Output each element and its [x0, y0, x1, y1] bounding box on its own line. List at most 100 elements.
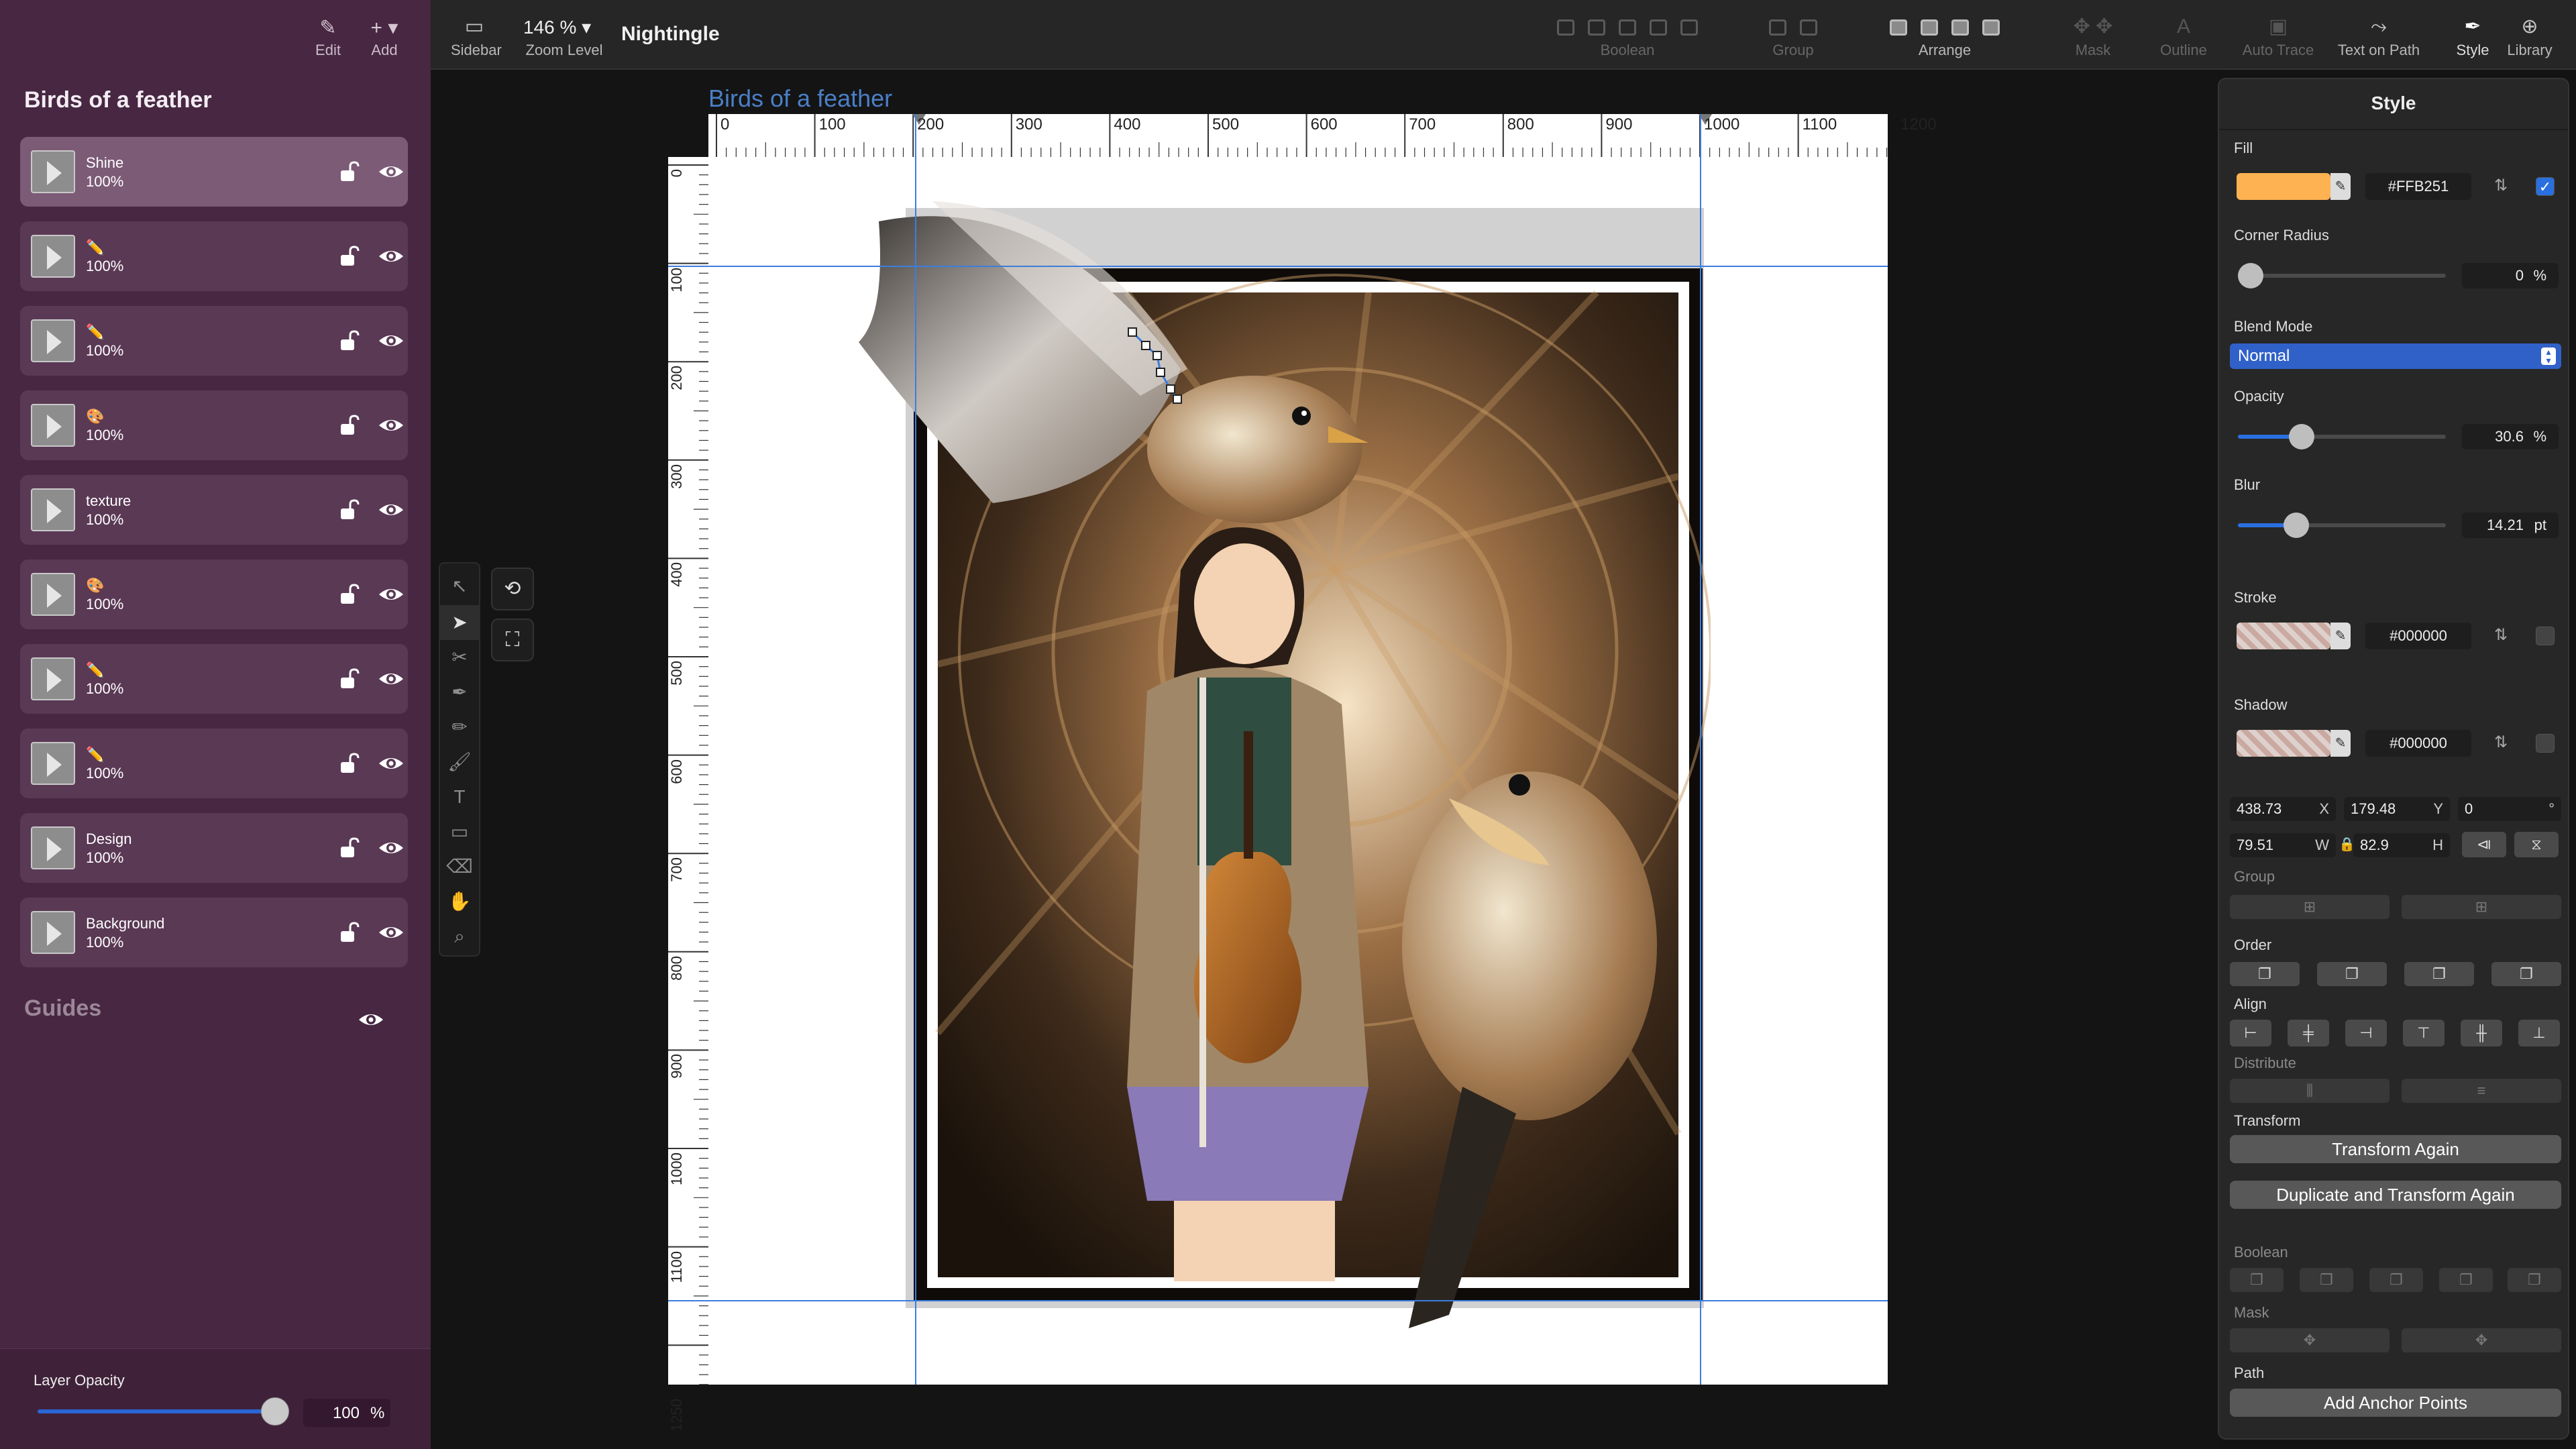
blur-slider[interactable] — [2238, 513, 2446, 538]
layer-opacity-slider[interactable] — [38, 1409, 275, 1413]
layer-name[interactable]: ✏️ — [86, 239, 104, 256]
stroke-eyedropper-icon[interactable]: ✎ — [2330, 623, 2351, 649]
auto-trace-button[interactable]: ▣ Auto Trace — [2239, 12, 2317, 59]
unlock-icon[interactable] — [337, 582, 361, 606]
layer-name[interactable]: ✏️ — [86, 746, 104, 763]
guide-horizontal-bottom[interactable] — [668, 1300, 1888, 1301]
stroke-hex-field[interactable]: #000000 — [2365, 623, 2471, 649]
opacity-slider[interactable] — [2238, 424, 2446, 449]
send-to-back-icon[interactable]: ❐ — [2491, 962, 2561, 986]
shadow-eyedropper-icon[interactable]: ✎ — [2330, 730, 2351, 757]
visibility-eye-icon[interactable] — [377, 160, 405, 184]
unlock-icon[interactable] — [337, 751, 361, 775]
layer-name[interactable]: ✏️ — [86, 661, 104, 679]
unlock-icon[interactable] — [337, 498, 361, 522]
align-center-h-icon[interactable]: ╪ — [2288, 1020, 2329, 1046]
blur-slider-knob[interactable] — [2283, 513, 2309, 538]
boolean-subtract-icon[interactable]: ❐ — [2300, 1268, 2353, 1292]
group-icons[interactable] — [1756, 12, 1830, 42]
unlock-icon[interactable] — [337, 836, 361, 860]
layer-row[interactable]: ✏️ 100% — [20, 306, 408, 376]
unlock-icon[interactable] — [337, 667, 361, 691]
eraser-icon[interactable]: ⌫ — [440, 849, 479, 884]
mask-apply-icon[interactable]: ✥ — [2230, 1328, 2390, 1352]
corner-radius-slider-knob[interactable] — [2238, 263, 2263, 288]
shadow-enabled-checkbox[interactable] — [2536, 734, 2555, 753]
stroke-gradient-icon[interactable]: ⇅ — [2494, 625, 2508, 645]
align-right-icon[interactable]: ⊣ — [2345, 1020, 2387, 1046]
boolean-intersect-icon[interactable]: ❐ — [2369, 1268, 2423, 1292]
visibility-eye-icon[interactable] — [377, 244, 405, 268]
fill-enabled-checkbox[interactable]: ✓ — [2536, 177, 2555, 196]
add-tool[interactable]: + ▾ Add — [354, 15, 415, 59]
bring-to-front-icon[interactable]: ❐ — [2230, 962, 2300, 986]
guide-vertical-left[interactable] — [915, 114, 916, 1385]
distribute-horizontal-icon[interactable]: ⫼ — [2230, 1079, 2390, 1103]
rectangle-icon[interactable]: ▭ — [440, 814, 479, 849]
scissors-icon[interactable]: ✂ — [440, 640, 479, 675]
visibility-eye-icon[interactable] — [377, 667, 405, 691]
edit-tool[interactable]: ✎ Edit — [298, 15, 358, 59]
rotate-icon[interactable]: ⟲ — [491, 568, 534, 610]
corner-radius-field[interactable]: 0 % — [2462, 263, 2559, 288]
zoom-icon[interactable]: ⌕ — [440, 919, 479, 954]
layer-row[interactable]: 🎨 100% — [20, 559, 408, 629]
blur-field[interactable]: 14.21 pt — [2462, 513, 2559, 538]
boolean-icons[interactable] — [1527, 12, 1728, 42]
unlock-icon[interactable] — [337, 329, 361, 353]
unlock-icon[interactable] — [337, 244, 361, 268]
pencil-icon[interactable]: ✏ — [440, 710, 479, 745]
stroke-color-swatch[interactable] — [2237, 623, 2330, 649]
transform-again-button[interactable]: Transform Again — [2230, 1135, 2561, 1163]
text-box-icon[interactable]: T — [440, 780, 479, 814]
unlock-icon[interactable] — [337, 413, 361, 437]
layer-name[interactable]: ✏️ — [86, 323, 104, 341]
x-field[interactable]: 438.73 X — [2230, 797, 2336, 821]
shadow-hex-field[interactable]: #000000 — [2365, 730, 2471, 757]
flip-vertical-icon[interactable]: ⧖ — [2514, 832, 2559, 857]
rotation-field[interactable]: 0 ° — [2458, 797, 2561, 821]
add-anchor-points-button[interactable]: Add Anchor Points — [2230, 1389, 2561, 1417]
sidebar-toggle-button[interactable]: ▭ Sidebar — [451, 12, 502, 59]
layer-row[interactable]: ✏️ 100% — [20, 221, 408, 291]
visibility-eye-icon[interactable] — [377, 329, 405, 353]
visibility-eye-icon[interactable] — [377, 498, 405, 522]
mask-release-icon[interactable]: ✥ — [2402, 1328, 2561, 1352]
width-field[interactable]: 79.51 W — [2230, 833, 2336, 857]
opacity-field[interactable]: 30.6 % — [2462, 424, 2559, 449]
layer-opacity-slider-knob[interactable] — [261, 1397, 289, 1426]
fill-eyedropper-icon[interactable]: ✎ — [2330, 173, 2351, 200]
mask-icon[interactable]: ✥ ✥ — [2053, 12, 2133, 42]
fill-color-swatch[interactable] — [2237, 173, 2330, 200]
flip-horizontal-icon[interactable]: ⧏ — [2462, 832, 2506, 857]
layer-row[interactable]: Design 100% — [20, 813, 408, 883]
shadow-gradient-icon[interactable]: ⇅ — [2494, 733, 2508, 752]
visibility-eye-icon[interactable] — [377, 413, 405, 437]
brush-icon[interactable]: 🖌 — [440, 745, 479, 780]
layer-name[interactable]: 🎨 — [86, 408, 104, 425]
bring-forward-icon[interactable]: ❐ — [2317, 962, 2387, 986]
layer-name[interactable]: texture — [86, 492, 131, 510]
fill-hex-field[interactable]: #FFB251 — [2365, 173, 2471, 200]
layer-row[interactable]: Shine 100% — [20, 137, 408, 207]
pen-icon[interactable]: ✒ — [440, 675, 479, 710]
hand-icon[interactable]: ✋ — [440, 884, 479, 919]
visibility-eye-icon[interactable] — [377, 582, 405, 606]
layer-row[interactable]: ✏️ 100% — [20, 644, 408, 714]
y-field[interactable]: 179.48 Y — [2344, 797, 2450, 821]
align-center-v-icon[interactable]: ╫ — [2461, 1020, 2502, 1046]
style-tab-button[interactable]: ✒ Style — [2450, 12, 2496, 59]
boolean-divide-icon[interactable]: ❐ — [2508, 1268, 2561, 1292]
layer-row[interactable]: texture 100% — [20, 475, 408, 545]
transform-box-icon[interactable]: ⛶ — [491, 619, 534, 661]
guides-visibility-eye-icon[interactable] — [357, 1008, 385, 1032]
visibility-eye-icon[interactable] — [377, 920, 405, 945]
group-button[interactable]: ⊞ — [2230, 895, 2390, 919]
align-top-icon[interactable]: ⊤ — [2403, 1020, 2445, 1046]
visibility-eye-icon[interactable] — [377, 751, 405, 775]
ungroup-button[interactable]: ⊞ — [2402, 895, 2561, 919]
layer-name[interactable]: Design — [86, 830, 131, 848]
stroke-enabled-checkbox[interactable] — [2536, 627, 2555, 645]
illustration-artwork[interactable] — [859, 195, 1711, 1335]
unlock-icon[interactable] — [337, 920, 361, 945]
